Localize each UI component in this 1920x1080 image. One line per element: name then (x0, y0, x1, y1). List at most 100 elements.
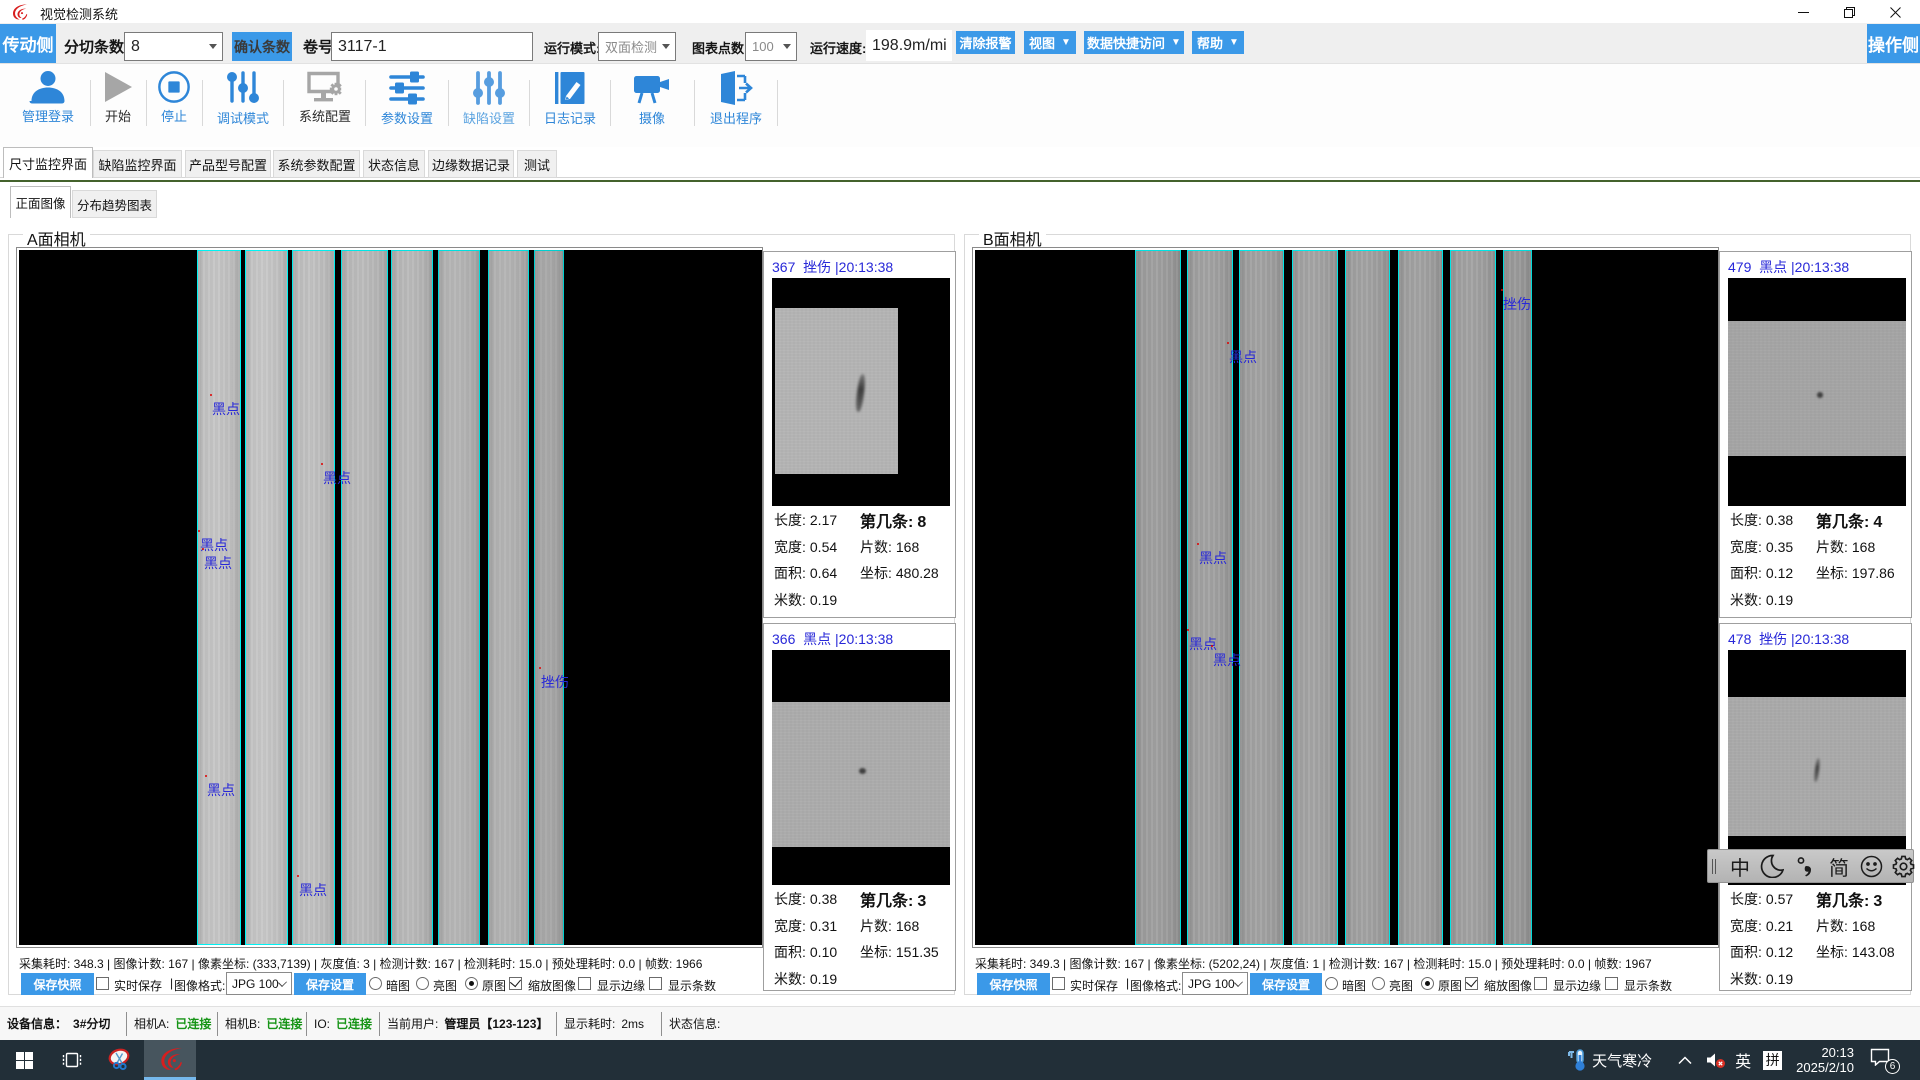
statusbar-item-1: 设备信息：3#分切 (0, 1012, 127, 1036)
defect-image-material (1728, 321, 1906, 456)
operator-side-button[interactable]: 操作侧 (1867, 24, 1920, 63)
main-tab-6[interactable]: 边缘数据记录 (428, 150, 514, 178)
toolbar-item-log-record[interactable]: 日志记录 (535, 70, 605, 136)
save-snapshot-button[interactable]: 保存快照 (977, 973, 1050, 995)
toolbar-item-defect-config[interactable]: 缺陷设置 (454, 70, 524, 136)
weather-text[interactable]: 天气寒冷 (1592, 1050, 1652, 1071)
moon-icon[interactable] (1760, 850, 1784, 882)
main-tab-4[interactable]: 系统参数配置 (273, 150, 360, 178)
defect-field: 米数:0.19 (774, 590, 837, 610)
chevron-up-icon[interactable] (1678, 1056, 1692, 1065)
radio-原图[interactable] (1421, 977, 1434, 990)
toolbar-separator (529, 80, 530, 126)
strip-6 (1398, 250, 1443, 945)
main-tab-1[interactable]: 尺寸监控界面 (3, 147, 93, 178)
save-snapshot-button[interactable]: 保存快照 (21, 973, 94, 995)
toolbar-item-system-config[interactable]: 系统配置 (290, 70, 360, 136)
log-edit-icon (535, 70, 605, 106)
defect-card[interactable]: 367 挫伤 |20:13:38长度:2.17宽度:0.54面积:0.64米数:… (763, 251, 956, 618)
checkbox-显示边缘[interactable] (578, 977, 591, 990)
defect-card[interactable]: 479 黑点 |20:13:38长度:0.38宽度:0.35面积:0.12米数:… (1719, 251, 1912, 618)
clear-alarm-button[interactable]: 清除报警 (956, 31, 1015, 54)
checkbox-label: 显示边缘 (1553, 977, 1601, 994)
realtime-save-checkbox[interactable] (1052, 977, 1065, 990)
close-button[interactable] (1872, 0, 1918, 24)
save-settings-button[interactable]: 保存设置 (1250, 973, 1322, 995)
snipping-tool-button[interactable] (96, 1040, 144, 1080)
radio-暗图[interactable] (369, 977, 382, 990)
toolbar-separator (694, 80, 695, 126)
toolbar-item-exit-program[interactable]: 退出程序 (701, 70, 771, 136)
defect-card[interactable]: 366 黑点 |20:13:38长度:0.38宽度:0.31面积:0.10米数:… (763, 623, 956, 991)
checkbox-显示条数[interactable] (649, 977, 662, 990)
radio-原图[interactable] (465, 977, 478, 990)
ime-mode-box[interactable]: 拼 (1763, 1051, 1782, 1070)
defect-label: 挫伤 (541, 672, 569, 692)
defect-image (772, 650, 950, 885)
defect-field: 坐标:480.28 (860, 563, 939, 583)
confirm-count-button[interactable]: 确认条数 (232, 32, 292, 61)
main-tab-2[interactable]: 缺陷监控界面 (93, 150, 182, 178)
help-menu-button[interactable]: 帮助▼ (1192, 31, 1244, 54)
defect-card[interactable]: 478 挫伤 |20:13:38长度:0.57宽度:0.21面积:0.12米数:… (1719, 623, 1912, 991)
restore-button[interactable] (1826, 0, 1872, 24)
punctuation-icon[interactable] (1796, 850, 1814, 882)
checkbox-缩放图像[interactable] (509, 977, 522, 990)
camera-image[interactable]: 挫伤黑点黑点黑点黑点 (975, 250, 1718, 945)
app-taskbar-button[interactable] (144, 1040, 196, 1080)
drag-handle-icon[interactable] (1712, 850, 1716, 882)
toolbar-item-label: 调试模式 (208, 108, 278, 127)
run-mode-select[interactable]: 双面检测 (598, 32, 676, 61)
toolbar-item-param-config[interactable]: 参数设置 (372, 70, 442, 136)
radio-亮图[interactable] (1372, 977, 1385, 990)
drive-side-button[interactable]: 传动侧 (0, 24, 56, 63)
quick-access-menu-button[interactable]: 数据快捷访问▼ (1084, 31, 1184, 54)
defect-field: 坐标:151.35 (860, 942, 939, 962)
toolbar-separator (283, 80, 284, 126)
taskbar-time: 20:13 (1796, 1045, 1854, 1060)
toolbar-item-stop[interactable]: 停止 (139, 70, 209, 136)
toolbar-item-admin-login[interactable]: 管理登录 (13, 70, 83, 136)
view-menu-button[interactable]: 视图▼ (1024, 31, 1076, 54)
start-button[interactable] (0, 1040, 48, 1080)
toolbar-item-label: 参数设置 (372, 108, 442, 127)
taskbar-clock[interactable]: 20:13 2025/2/10 (1796, 1045, 1854, 1075)
realtime-save-checkbox[interactable] (96, 977, 109, 990)
radio-暗图[interactable] (1325, 977, 1338, 990)
gear-icon[interactable] (1892, 850, 1915, 882)
smiley-icon[interactable] (1860, 850, 1883, 882)
image-format-select[interactable]: JPG 100 (226, 972, 292, 995)
toolbar-item-capture[interactable]: 摄像 (617, 70, 687, 136)
chinese-mode[interactable]: 中 (1730, 850, 1750, 882)
camera-image[interactable]: 黑点黑点黑点黑点黑点黑点挫伤 (19, 250, 762, 945)
notification-button[interactable]: 6 (1870, 1048, 1898, 1072)
language-indicator[interactable]: 英 (1735, 1048, 1751, 1072)
speaker-muted-icon[interactable] (1705, 1051, 1727, 1069)
image-format-select[interactable]: JPG 100 (1182, 972, 1248, 995)
save-settings-button[interactable]: 保存设置 (294, 973, 366, 995)
radio-亮图[interactable] (416, 977, 429, 990)
ime-toolbar[interactable]: 中简 (1707, 849, 1914, 883)
simplified-mode[interactable]: 简 (1829, 850, 1849, 882)
checkbox-显示边缘[interactable] (1534, 977, 1547, 990)
main-tab-3[interactable]: 产品型号配置 (185, 150, 271, 178)
defect-field: 面积:0.12 (1730, 942, 1793, 962)
defect-dot (210, 394, 212, 396)
defect-dot (321, 463, 323, 465)
checkbox-缩放图像[interactable] (1465, 977, 1478, 990)
defect-field: 第几条:8 (860, 508, 926, 532)
checkbox-显示条数[interactable] (1605, 977, 1618, 990)
minimize-button[interactable] (1780, 0, 1826, 24)
task-view-button[interactable] (48, 1040, 96, 1080)
main-tab-5[interactable]: 状态信息 (363, 150, 425, 178)
chart-points-select[interactable]: 100 (745, 32, 797, 61)
toolbar-item-debug-mode[interactable]: 调试模式 (208, 70, 278, 136)
thermometer-icon[interactable] (1566, 1048, 1588, 1072)
toolbar-separator (90, 80, 91, 126)
sub-tab-2[interactable]: 分布趋势图表 (72, 190, 157, 218)
sub-tab-1[interactable]: 正面图像 (10, 186, 71, 218)
slit-count-select[interactable]: 8 (124, 32, 223, 61)
user-icon (13, 70, 83, 104)
roll-number-input[interactable]: 3117-1 (331, 32, 533, 61)
main-tab-7[interactable]: 测试 (517, 150, 557, 178)
